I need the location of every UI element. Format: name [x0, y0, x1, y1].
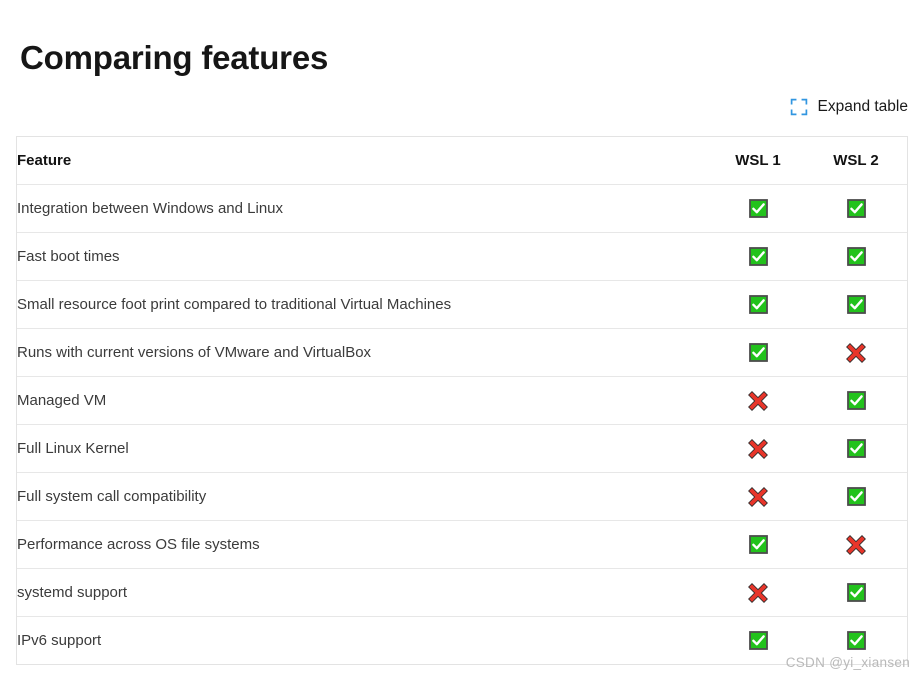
table-header-row: Feature WSL 1 WSL 2 — [17, 137, 907, 185]
expand-table-label: Expand table — [817, 98, 909, 115]
cell-feature: Runs with current versions of VMware and… — [17, 328, 711, 377]
check-mark-icon — [846, 391, 866, 410]
table-row: Full system call compatibility — [17, 472, 907, 521]
cell-feature: Full Linux Kernel — [17, 424, 711, 473]
cell-wsl1 — [711, 328, 805, 377]
cell-feature: Managed VM — [17, 376, 711, 425]
cross-mark-icon — [846, 342, 866, 363]
column-header-wsl1: WSL 1 — [711, 137, 805, 185]
column-header-feature: Feature — [17, 137, 711, 185]
table-body: Integration between Windows and Linux Fas… — [17, 184, 907, 665]
check-mark-icon — [748, 247, 768, 266]
check-mark-icon — [846, 583, 866, 602]
cell-wsl1 — [711, 376, 805, 425]
table-row: Performance across OS file systems — [17, 520, 907, 569]
cell-wsl2 — [805, 280, 907, 329]
table-row: systemd support — [17, 568, 907, 617]
watermark: CSDN @yi_xiansen — [785, 655, 910, 670]
table-row: Small resource foot print compared to tr… — [17, 280, 907, 329]
check-mark-icon — [846, 631, 866, 650]
table-header: Feature WSL 1 WSL 2 — [17, 137, 907, 185]
check-mark-icon — [748, 631, 768, 650]
table-row: Full Linux Kernel — [17, 424, 907, 473]
cell-feature: Integration between Windows and Linux — [17, 184, 711, 233]
check-mark-icon — [846, 247, 866, 266]
cell-wsl2 — [805, 424, 907, 473]
cell-wsl1 — [711, 520, 805, 569]
cell-feature: Small resource foot print compared to tr… — [17, 280, 711, 329]
expand-table-button[interactable]: Expand table — [790, 98, 909, 116]
cell-wsl1 — [711, 568, 805, 617]
table-row: Managed VM — [17, 376, 907, 425]
cell-feature: Full system call compatibility — [17, 472, 711, 521]
cell-wsl1 — [711, 232, 805, 281]
cross-mark-icon — [846, 534, 866, 555]
comparison-table: Feature WSL 1 WSL 2 Integration between … — [17, 137, 907, 664]
cell-feature: systemd support — [17, 568, 711, 617]
page-root: Comparing features Expand table Feature … — [0, 0, 924, 678]
expand-corners-icon — [790, 98, 808, 116]
cell-wsl2 — [805, 376, 907, 425]
check-mark-icon — [748, 343, 768, 362]
check-mark-icon — [748, 295, 768, 314]
cross-mark-icon — [748, 582, 768, 603]
column-header-wsl2: WSL 2 — [805, 137, 907, 185]
table-row: Runs with current versions of VMware and… — [17, 328, 907, 377]
cell-wsl2 — [805, 232, 907, 281]
cell-wsl1 — [711, 184, 805, 233]
table-row: Fast boot times — [17, 232, 907, 281]
cell-feature: Fast boot times — [17, 232, 711, 281]
cell-wsl2 — [805, 520, 907, 569]
check-mark-icon — [748, 535, 768, 554]
check-mark-icon — [846, 439, 866, 458]
cross-mark-icon — [748, 486, 768, 507]
cell-wsl2 — [805, 568, 907, 617]
comparison-table-container: Feature WSL 1 WSL 2 Integration between … — [16, 136, 908, 665]
cross-mark-icon — [748, 390, 768, 411]
cell-wsl2 — [805, 328, 907, 377]
check-mark-icon — [846, 487, 866, 506]
cell-wsl1 — [711, 424, 805, 473]
cell-feature: Performance across OS file systems — [17, 520, 711, 569]
cell-wsl1 — [711, 472, 805, 521]
cross-mark-icon — [748, 438, 768, 459]
table-row: IPv6 support — [17, 617, 907, 665]
cell-wsl2 — [805, 184, 907, 233]
cell-feature: IPv6 support — [17, 632, 102, 649]
table-row: Integration between Windows and Linux — [17, 184, 907, 233]
page-title: Comparing features — [20, 39, 329, 77]
check-mark-icon — [846, 295, 866, 314]
check-mark-icon — [846, 199, 866, 218]
cell-wsl1 — [711, 280, 805, 329]
check-mark-icon — [748, 199, 768, 218]
cell-wsl2 — [805, 472, 907, 521]
